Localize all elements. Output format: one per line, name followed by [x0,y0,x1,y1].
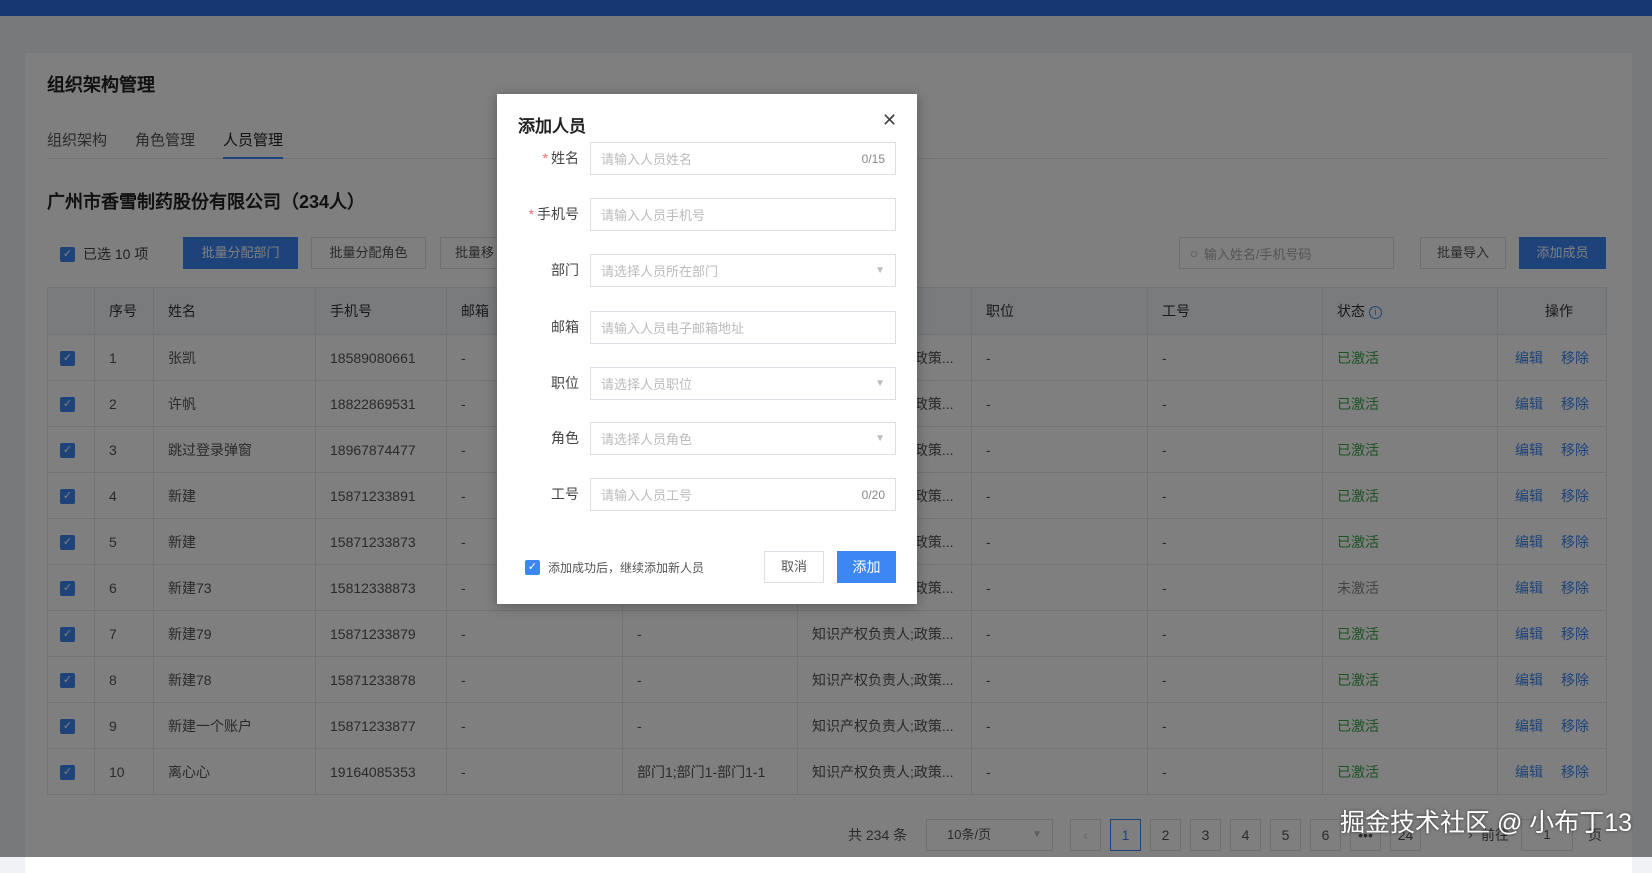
field-input[interactable]: 请输入人员电子邮箱地址 [590,311,896,344]
placeholder: 请输入人员姓名 [601,152,693,167]
cancel-button[interactable]: 取消 [764,551,824,583]
chevron-down-icon: ▼ [875,378,885,389]
char-counter: 0/15 [861,151,885,166]
field-label: * 姓名 [543,142,579,175]
form-row: 职位 请选择人员职位 ▼ [497,367,917,400]
field-label-text: 职位 [551,375,579,391]
placeholder: 请选择人员职位 [601,377,693,392]
field-label: * 手机号 [529,198,579,231]
dialog-title: 添加人员 [518,117,586,136]
form-row: * 手机号 请输入人员手机号 [497,198,917,231]
required-mark: * [528,206,534,222]
field-input[interactable]: 请输入人员工号 0/20 [590,478,896,511]
chevron-down-icon: ▼ [875,433,885,444]
field-label: 工号 [551,478,579,511]
watermark: 掘金技术社区 @ 小布丁13 [1340,809,1633,837]
form-row: 邮箱 请输入人员电子邮箱地址 [497,311,917,344]
placeholder: 请输入人员手机号 [601,208,706,223]
field-label-text: 工号 [551,486,579,502]
field-label: 职位 [551,367,579,400]
placeholder: 请选择人员角色 [601,432,693,447]
continue-adding-checkbox[interactable]: ✓ 添加成功后，继续添加新人员 [525,559,704,576]
field-select[interactable]: 请选择人员所在部门 ▼ [590,254,896,287]
field-select[interactable]: 请选择人员职位 ▼ [590,367,896,400]
field-select[interactable]: 请选择人员角色 ▼ [590,422,896,455]
field-label: 角色 [551,422,579,455]
field-input[interactable]: 请输入人员手机号 [590,198,896,231]
field-label-text: 角色 [551,430,579,446]
field-label-text: 邮箱 [551,319,579,335]
form-row: * 姓名 请输入人员姓名 0/15 [497,142,917,175]
placeholder: 请输入人员工号 [601,488,693,503]
chevron-down-icon: ▼ [875,265,885,276]
placeholder: 请输入人员电子邮箱地址 [601,321,745,336]
form-row: 角色 请选择人员角色 ▼ [497,422,917,455]
continue-adding-label: 添加成功后，继续添加新人员 [548,561,705,575]
field-label-text: 姓名 [551,150,579,166]
char-counter: 0/20 [861,487,885,502]
field-label-text: 手机号 [537,206,579,222]
field-label: 部门 [551,254,579,287]
placeholder: 请选择人员所在部门 [601,264,719,279]
required-mark: * [542,150,548,166]
checkbox-checked-icon[interactable]: ✓ [525,560,540,575]
close-icon[interactable]: ✕ [882,110,897,131]
form-row: 工号 请输入人员工号 0/20 [497,478,917,511]
field-label: 邮箱 [551,311,579,344]
field-input[interactable]: 请输入人员姓名 0/15 [590,142,896,175]
form-row: 部门 请选择人员所在部门 ▼ [497,254,917,287]
field-label-text: 部门 [551,262,579,278]
add-person-dialog: 添加人员 ✕ * 姓名 请输入人员姓名 0/15 * 手机号 请输入人员手机号 部门 请选择人员… [497,94,917,604]
submit-add-button[interactable]: 添加 [837,551,896,583]
